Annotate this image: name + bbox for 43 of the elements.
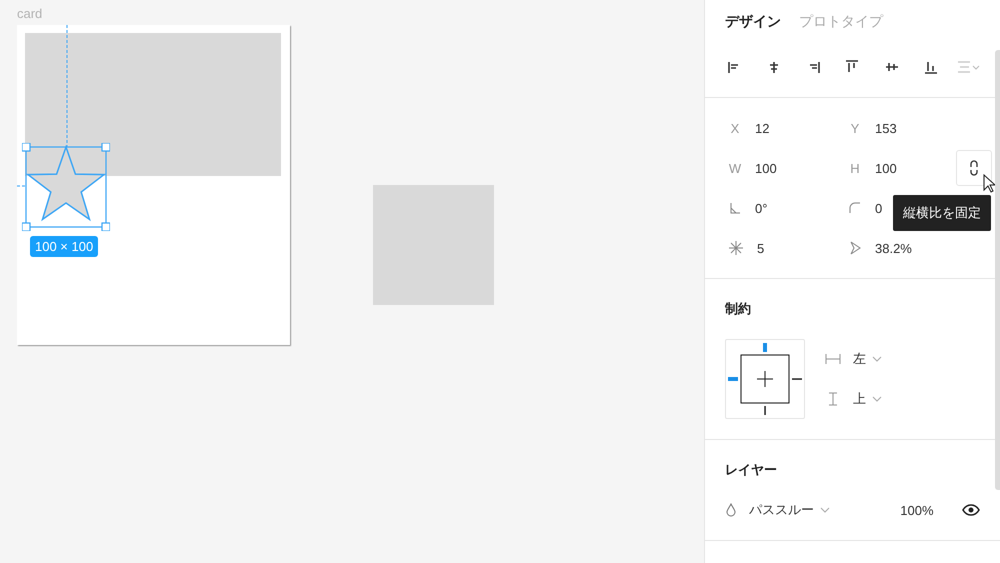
corner-radius-icon — [849, 202, 861, 214]
drop-icon — [725, 503, 737, 517]
section-title: レイヤー — [725, 461, 778, 479]
scrollbar[interactable] — [995, 50, 1000, 490]
tab[interactable]: デザイン — [725, 13, 781, 31]
asterisk-icon — [729, 241, 743, 255]
chevron-down-icon — [820, 507, 830, 513]
field-label: X — [730, 120, 740, 136]
eye-icon — [962, 504, 980, 516]
visibility-toggle[interactable] — [962, 504, 980, 516]
unlocked-link-icon — [969, 159, 979, 177]
align-top-icon — [844, 59, 860, 75]
field-value[interactable]: 100 — [875, 160, 897, 176]
vertical-dropdown[interactable]: 上 — [853, 390, 882, 408]
chevron-down-icon — [872, 396, 882, 402]
field-value[interactable]: 100 — [755, 160, 777, 176]
cursor-icon — [983, 174, 997, 194]
horizontal-constraint-icon — [825, 353, 841, 365]
field-label: Y — [850, 120, 860, 136]
plus-icon — [756, 370, 774, 388]
constraint-widget[interactable] — [725, 339, 805, 419]
field-value[interactable]: 0 — [875, 200, 882, 216]
field-label: W — [728, 160, 742, 176]
horizontal-dropdown[interactable]: 左 — [853, 350, 882, 368]
guide-line — [17, 185, 25, 187]
field-value[interactable]: 153 — [875, 120, 897, 136]
triangle-icon — [849, 241, 861, 255]
blend-mode-dropdown[interactable]: パススルー — [748, 501, 888, 519]
field-value[interactable]: 12 — [755, 120, 770, 136]
field-label: H — [849, 160, 861, 176]
field-value[interactable]: 5 — [757, 240, 764, 256]
chevron-down-icon — [872, 356, 882, 362]
lock-ratio-button[interactable] — [956, 150, 992, 186]
align-bottom-icon — [923, 59, 940, 75]
selected-star-drawing[interactable] — [22, 143, 110, 231]
frame-square — [740, 354, 790, 404]
rotation-icon — [729, 202, 741, 214]
section-title: 制約 — [725, 300, 752, 318]
tooltip: 縦横比を固定 — [893, 195, 991, 231]
field-value[interactable]: 38.2% — [875, 240, 912, 256]
field-value[interactable]: 0° — [755, 200, 768, 216]
opacity-value[interactable]: 100% — [900, 502, 950, 518]
size-badge: 100 × 100 — [30, 236, 98, 257]
